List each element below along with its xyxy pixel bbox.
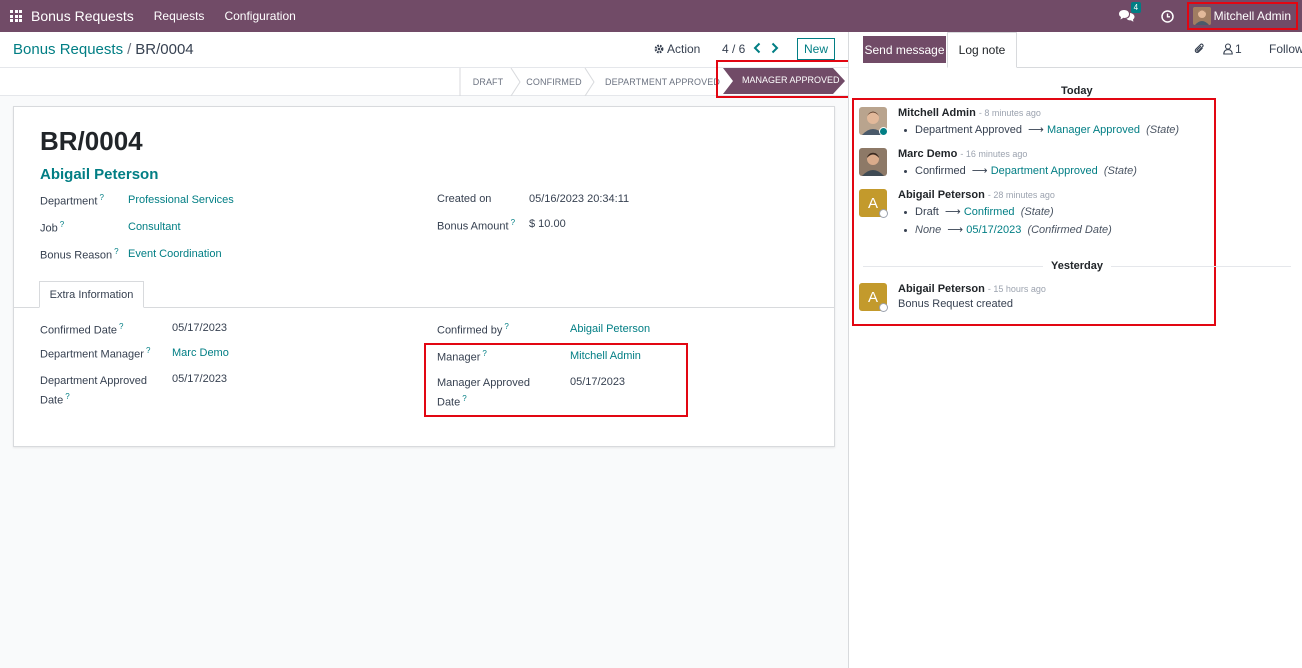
- confirmed-by-label: Confirmed by?: [437, 322, 509, 337]
- action-label: Action: [667, 42, 701, 56]
- created-on-label: Created on: [437, 193, 492, 205]
- stage-confirmed[interactable]: CONFIRMED: [522, 68, 586, 96]
- record-name: BR/0004: [40, 126, 143, 156]
- breadcrumb-current: BR/0004: [135, 41, 194, 58]
- department-approved-date-label: Department Approved Date?: [40, 375, 148, 407]
- breadcrumb-parent[interactable]: Bonus Requests: [13, 41, 123, 58]
- chatter-topbar-divider: [1017, 67, 1302, 68]
- pager-value[interactable]: 4 / 6: [722, 42, 745, 56]
- confirmed-date-value: 05/17/2023: [172, 322, 228, 334]
- tracking-change: Draft ⟶ Confirmed (State): [904, 205, 1054, 218]
- followers-icon[interactable]: [1223, 43, 1233, 55]
- stage-manager-approved[interactable]: MANAGER APPROVED: [716, 60, 852, 98]
- message-item: A Abigail Peterson - 15 hours ago Bonus …: [859, 283, 1209, 323]
- paperclip-icon[interactable]: [1194, 43, 1206, 55]
- stage-divider: [510, 68, 521, 96]
- tracking-change: None ⟶ 05/17/2023 (Confirmed Date): [904, 223, 1112, 236]
- stage-department-approved[interactable]: DEPARTMENT APPROVED: [598, 68, 720, 96]
- confirmed-by-value[interactable]: Abigail Peterson: [570, 323, 650, 335]
- job-value[interactable]: Consultant: [128, 221, 181, 233]
- online-status-dot: [879, 127, 888, 136]
- user-name: Mitchell Admin: [1213, 9, 1291, 23]
- stage-manager-approved-label: MANAGER APPROVED: [742, 75, 840, 85]
- send-message-button[interactable]: Send message: [863, 36, 946, 63]
- form-sheet: BR/0004 Abigail Peterson Department? Pro…: [13, 106, 835, 447]
- message-author[interactable]: Abigail Peterson - 28 minutes ago: [898, 189, 1055, 201]
- offline-status-dot: [879, 209, 888, 218]
- chatter-panel: Send message Log note 1 Follow Today Mit…: [848, 32, 1302, 668]
- log-note-button[interactable]: Log note: [947, 32, 1017, 68]
- day-separator-line: [863, 266, 1043, 267]
- job-label: Job?: [40, 220, 65, 235]
- confirmed-date-label: Confirmed Date?: [40, 322, 124, 337]
- bonus-reason-label: Bonus Reason?: [40, 247, 119, 262]
- bonus-amount-label: Bonus Amount?: [437, 218, 516, 233]
- created-on-value: 05/16/2023 20:34:11: [529, 193, 630, 205]
- department-value[interactable]: Professional Services: [128, 194, 234, 206]
- messaging-badge: 4: [1130, 2, 1142, 13]
- bonus-reason-value[interactable]: Event Coordination: [128, 248, 222, 260]
- pager-previous-icon[interactable]: [753, 42, 763, 54]
- manager-highlight-box: [424, 343, 688, 417]
- status-bar: DRAFT CONFIRMED DEPARTMENT APPROVED MANA…: [0, 60, 852, 98]
- department-manager-value[interactable]: Marc Demo: [172, 347, 229, 359]
- menu-requests[interactable]: Requests: [154, 9, 205, 23]
- department-label: Department?: [40, 193, 104, 208]
- app-name[interactable]: Bonus Requests: [31, 8, 134, 24]
- top-navbar: Bonus Requests Requests Configuration 4 …: [0, 0, 1302, 32]
- breadcrumb: Bonus Requests / BR/0004: [13, 41, 194, 58]
- action-menu-button[interactable]: Action: [654, 42, 700, 56]
- menu-configuration[interactable]: Configuration: [224, 9, 295, 23]
- day-separator-today: Today: [1061, 85, 1093, 97]
- offline-status-dot: [879, 303, 888, 312]
- day-separator-yesterday: Yesterday: [1051, 260, 1103, 272]
- messaging-icon[interactable]: 4: [1118, 2, 1142, 23]
- stage-divider: [584, 68, 595, 96]
- message-body: Bonus Request created: [898, 298, 1013, 310]
- message-time: - 8 minutes ago: [978, 108, 1041, 118]
- breadcrumb-separator: /: [127, 41, 132, 58]
- tracking-change: Confirmed ⟶ Department Approved (State): [904, 164, 1137, 177]
- message-time: - 16 minutes ago: [960, 149, 1028, 159]
- day-separator-line: [1111, 266, 1291, 267]
- new-button[interactable]: New: [797, 38, 835, 60]
- message-author[interactable]: Mitchell Admin - 8 minutes ago: [898, 107, 1041, 119]
- department-approved-date-value: 05/17/2023: [172, 373, 228, 385]
- followers-count[interactable]: 1: [1235, 42, 1242, 56]
- message-time: - 28 minutes ago: [987, 190, 1055, 200]
- message-item: Mitchell Admin - 8 minutes ago Departmen…: [859, 107, 1209, 147]
- author-avatar[interactable]: [859, 148, 887, 176]
- message-author[interactable]: Abigail Peterson - 15 hours ago: [898, 283, 1046, 295]
- activity-clock-icon[interactable]: [1160, 9, 1174, 23]
- tracking-change: Department Approved ⟶ Manager Approved (…: [904, 123, 1179, 136]
- bonus-amount-value[interactable]: $ 10.00: [529, 218, 566, 230]
- stage-draft[interactable]: DRAFT: [462, 68, 514, 96]
- gear-icon: [654, 44, 664, 54]
- message-author[interactable]: Marc Demo - 16 minutes ago: [898, 148, 1027, 160]
- message-time: - 15 hours ago: [987, 284, 1046, 294]
- message-item: Marc Demo - 16 minutes ago Confirmed ⟶ D…: [859, 148, 1209, 188]
- tab-extra-information[interactable]: Extra Information: [39, 281, 144, 308]
- pager-next-icon[interactable]: [771, 42, 781, 54]
- department-manager-label: Department Manager?: [40, 346, 151, 361]
- chatter-topbar: Send message Log note 1 Follow: [849, 32, 1302, 68]
- follow-button[interactable]: Follow: [1269, 42, 1302, 56]
- apps-menu-icon[interactable]: [10, 10, 22, 22]
- user-menu[interactable]: Mitchell Admin: [1186, 2, 1298, 30]
- user-avatar: [1192, 7, 1211, 25]
- employee-name[interactable]: Abigail Peterson: [40, 166, 158, 183]
- message-item: A Abigail Peterson - 28 minutes ago Draf…: [859, 189, 1209, 249]
